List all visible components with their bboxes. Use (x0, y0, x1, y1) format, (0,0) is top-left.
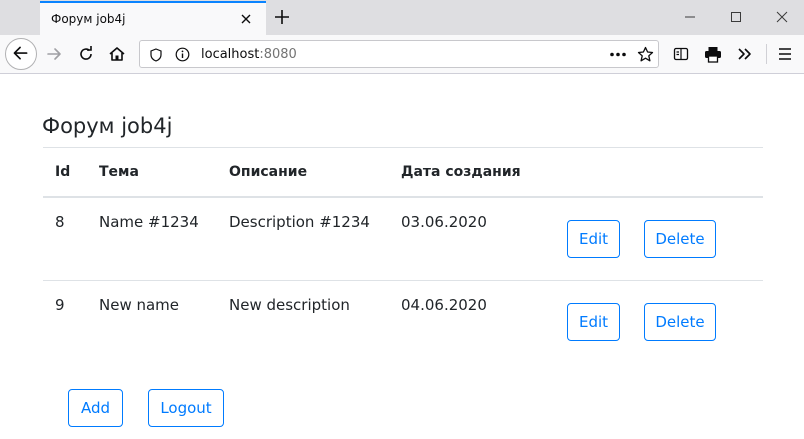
close-window-icon[interactable] (775, 10, 789, 24)
shield-icon[interactable] (150, 48, 162, 62)
row-topic: New name (99, 296, 180, 314)
row-created: 03.06.2020 (401, 213, 487, 231)
edit-button[interactable]: Edit (567, 303, 620, 341)
header-description: Описание (229, 164, 308, 180)
tab-title: Форум job4j (51, 12, 126, 26)
browser-navbar: localhost:8080 (0, 35, 804, 74)
reader-view-icon[interactable] (673, 46, 689, 62)
back-arrow-icon (13, 46, 28, 60)
hamburger-menu-icon[interactable] (777, 47, 793, 61)
logout-button[interactable]: Logout (148, 389, 224, 427)
delete-button[interactable]: Delete (644, 303, 716, 341)
row-created: 04.06.2020 (401, 296, 487, 314)
browser-titlebar: Форум job4j (0, 0, 804, 35)
row-topic: Name #1234 (99, 213, 199, 231)
add-button[interactable]: Add (68, 389, 123, 427)
info-icon[interactable] (175, 47, 190, 62)
close-tab-icon[interactable] (238, 11, 254, 27)
overflow-chevron-icon[interactable] (737, 47, 752, 61)
header-created: Дата создания (401, 164, 521, 180)
row-description: Description #1234 (229, 213, 370, 231)
print-icon[interactable] (704, 46, 722, 63)
header-id: Id (55, 164, 71, 180)
browser-tab[interactable]: Форум job4j (40, 1, 266, 35)
forward-arrow-icon[interactable] (45, 45, 63, 63)
bookmark-star-icon[interactable] (637, 46, 654, 63)
row-description: New description (229, 296, 350, 314)
table-top-divider (43, 147, 763, 148)
table-header-divider (43, 196, 763, 198)
url-bar[interactable]: localhost:8080 (139, 40, 659, 68)
toolbar-divider (766, 44, 767, 64)
minimize-window-icon[interactable] (683, 10, 697, 24)
more-actions-icon[interactable] (610, 52, 626, 57)
row-id: 9 (55, 296, 65, 314)
url-host: localhost (201, 47, 260, 62)
url-text[interactable]: localhost:8080 (201, 47, 297, 62)
header-topic: Тема (99, 164, 139, 180)
row-id: 8 (55, 213, 65, 231)
page-title: Форум job4j (42, 114, 173, 138)
maximize-window-icon[interactable] (729, 10, 743, 24)
home-icon[interactable] (108, 45, 126, 63)
edit-button[interactable]: Edit (567, 220, 620, 258)
row-divider (43, 280, 763, 281)
new-tab-icon[interactable] (272, 7, 292, 27)
back-button[interactable] (5, 38, 37, 70)
delete-button[interactable]: Delete (644, 220, 716, 258)
url-port: :8080 (259, 47, 297, 62)
reload-icon[interactable] (77, 45, 95, 63)
